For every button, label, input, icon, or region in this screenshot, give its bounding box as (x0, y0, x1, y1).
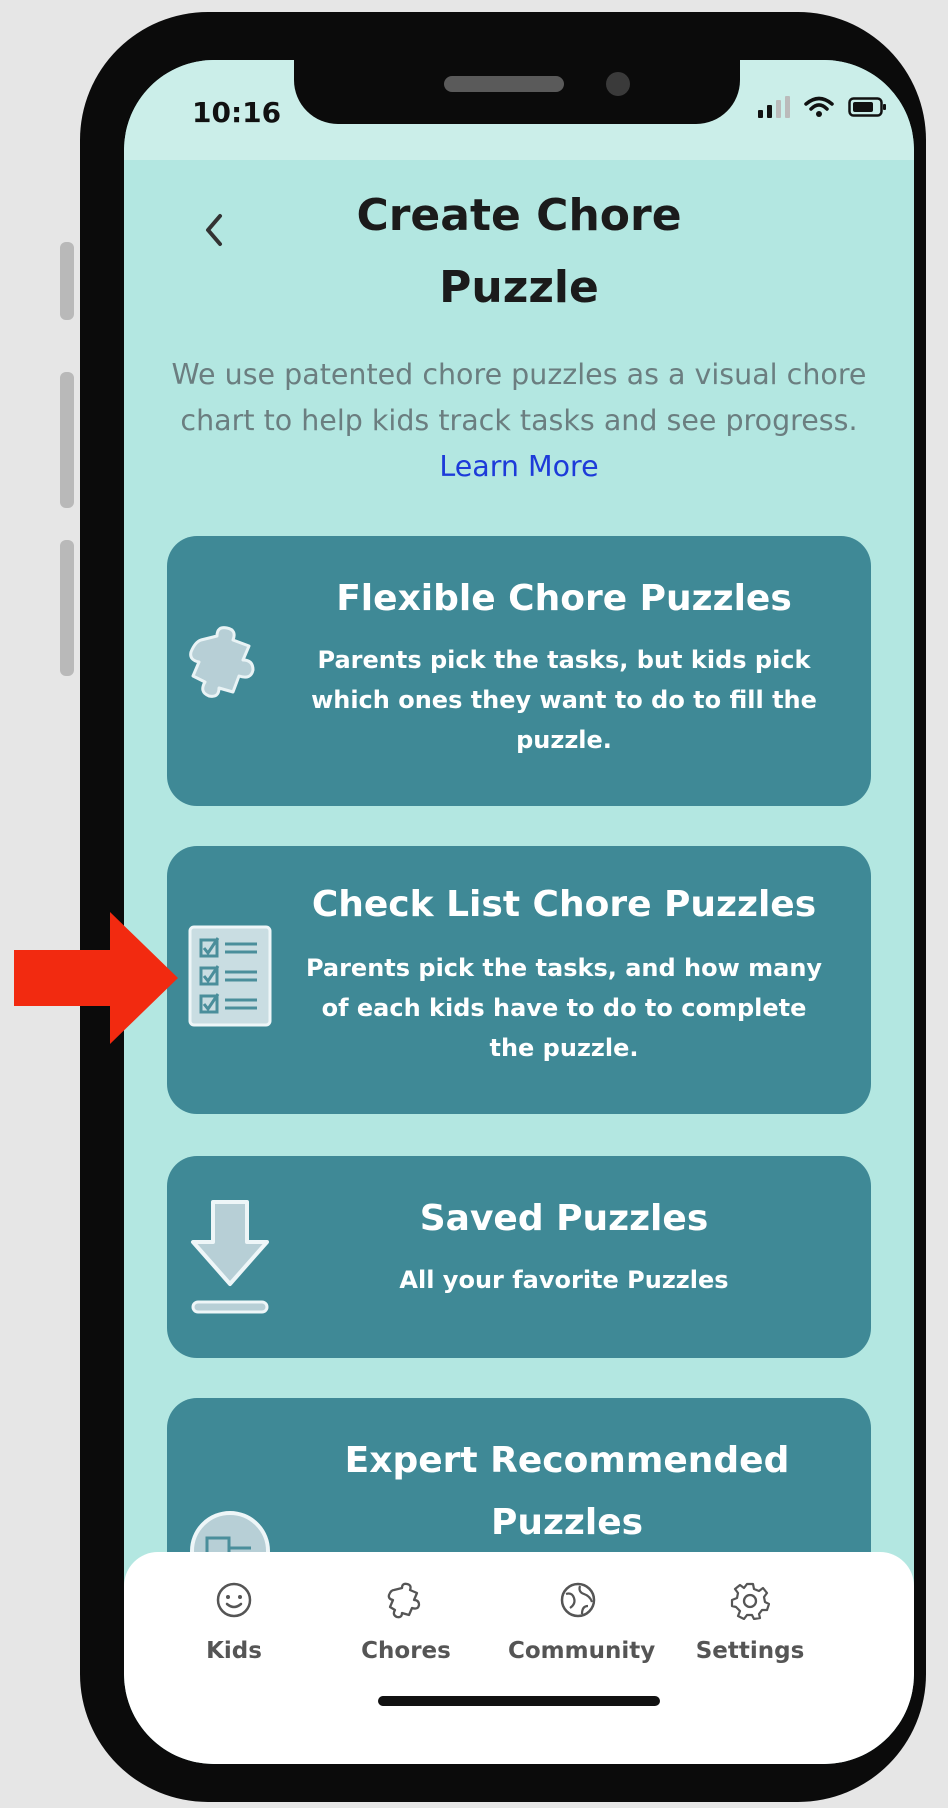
home-indicator[interactable] (378, 1696, 660, 1706)
gear-icon (730, 1582, 770, 1620)
puzzle-piece-icon (189, 626, 255, 698)
card-description: Parents pick the tasks, and how many of … (305, 954, 823, 1062)
camera-notch (294, 60, 740, 124)
tab-community[interactable]: Community (508, 1580, 656, 1664)
speaker-grille (444, 76, 564, 92)
saved-puzzles-card[interactable]: Saved Puzzles All your favorite Puzzles (167, 1156, 871, 1358)
card-title: Check List Chore Puzzles (311, 884, 817, 925)
card-description: Parents pick the tasks, but kids pick wh… (311, 646, 817, 754)
card-title: Flexible Chore Puzzles (336, 578, 792, 619)
check-list-chore-puzzles-card[interactable]: Check List Chore Puzzles Parents pick th… (167, 846, 871, 1114)
tab-label: Kids (206, 1638, 262, 1664)
status-icons (758, 96, 888, 118)
tab-label: Settings (695, 1638, 805, 1664)
volume-up-button (60, 372, 74, 508)
card-title: Saved Puzzles (419, 1198, 709, 1239)
puzzle-icon (387, 1582, 421, 1619)
checklist-icon (188, 925, 272, 1027)
bottom-tab-bar: Kids Chores Community Settings (124, 1552, 914, 1764)
status-time: 10:16 (192, 96, 282, 129)
flexible-chore-puzzles-card[interactable]: Flexible Chore Puzzles Parents pick the … (167, 536, 871, 806)
tab-label: Chores (361, 1638, 451, 1664)
front-camera (606, 72, 630, 96)
red-annotation-arrow-icon (14, 912, 178, 1044)
download-icon (191, 1200, 269, 1314)
tab-label: Community (508, 1638, 656, 1664)
back-chevron-icon[interactable] (196, 206, 232, 254)
intro-text: We use patented chore puzzles as a visua… (154, 352, 884, 490)
volume-down-button (60, 540, 74, 676)
tab-settings[interactable]: Settings (680, 1580, 820, 1664)
battery-icon (848, 97, 886, 117)
card-description: All your favorite Puzzles (399, 1266, 729, 1294)
phone-screen: 10:16 Create Chore Puzzle We use patente… (124, 60, 914, 1764)
page-title-line2: Puzzle (439, 262, 599, 313)
globe-icon (560, 1582, 596, 1618)
intro-body: We use patented chore puzzles as a visua… (171, 358, 867, 437)
page-title-line1: Create Chore (356, 190, 682, 241)
volume-silent-switch (60, 242, 74, 320)
tab-kids[interactable]: Kids (164, 1580, 304, 1664)
signal-icon (758, 96, 790, 118)
wifi-icon (804, 96, 834, 117)
card-title: Expert Recommended Puzzles (344, 1440, 790, 1543)
learn-more-link[interactable]: Learn More (439, 450, 598, 483)
smiley-icon (216, 1582, 252, 1618)
tab-chores[interactable]: Chores (336, 1580, 476, 1664)
page-title: Create Chore Puzzle (244, 180, 794, 324)
